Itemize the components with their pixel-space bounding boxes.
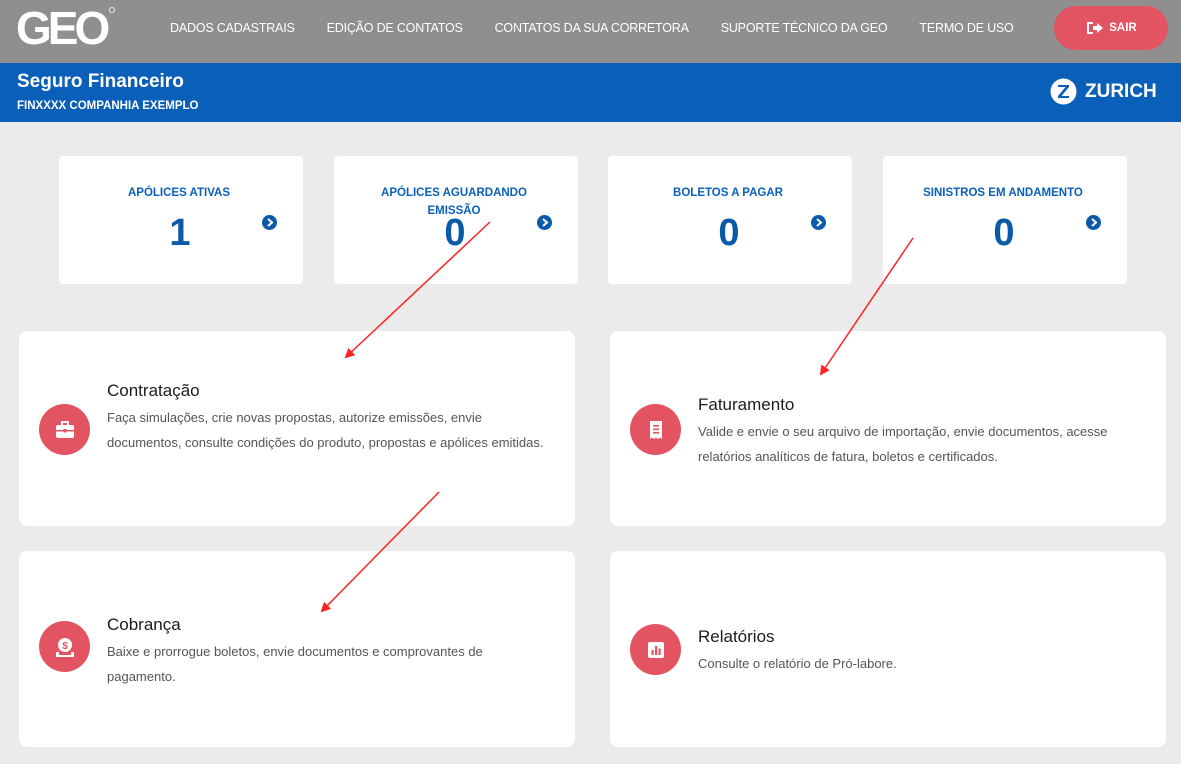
chevron-right-icon[interactable] [1086,215,1101,230]
briefcase-icon [39,404,90,455]
logout-icon [1087,22,1104,34]
zurich-brand-text: ZURICH [1085,80,1157,102]
card-title: Contratação [107,381,200,400]
bar-chart-icon [630,624,681,675]
card-description: Consulte o relatório de Pró-labore. [698,656,897,671]
main-nav: DADOS CADASTRAIS EDIÇÃO DE CONTATOS CONT… [170,0,1046,56]
card-description: Valide e envie o seu arquivo de importaç… [698,424,1108,464]
stat-value: 1 [169,212,191,254]
card-cobranca[interactable]: $ Cobrança Baixe e prorrogue boletos, en… [19,551,575,747]
money-icon: $ [39,621,90,672]
stat-label: BOLETOS A PAGAR [673,187,783,199]
company-subtitle: FINXXXX COMPANHIA EXEMPLO [17,100,198,112]
receipt-icon [630,404,681,455]
stat-card-boletos-a-pagar[interactable]: BOLETOS A PAGAR 0 [608,156,852,284]
nav-suporte-tecnico[interactable]: SUPORTE TÉCNICO DA GEO [721,21,888,35]
svg-text:GEO: GEO [16,2,108,54]
top-navigation-bar: GEO DADOS CADASTRAIS EDIÇÃO DE CONTATOS … [0,0,1181,63]
company-name: COMPANHIA EXEMPLO [69,100,199,112]
logout-button[interactable]: SAIR [1054,6,1168,50]
card-description: Faça simulações, crie novas propostas, a… [107,410,544,450]
nav-contatos-da-corretora[interactable]: CONTATOS DA SUA CORRETORA [495,21,689,35]
card-contratacao[interactable]: Contratação Faça simulações, crie novas … [19,331,575,526]
card-title: Relatórios [698,627,775,646]
card-relatorios[interactable]: Relatórios Consulte o relatório de Pró-l… [610,551,1166,747]
geo-logo[interactable]: GEO [14,2,118,54]
stat-label: SINISTROS EM ANDAMENTO [923,187,1083,199]
nav-termo-de-uso[interactable]: TERMO DE USO [919,21,1013,35]
card-faturamento[interactable]: Faturamento Valide e envie o seu arquivo… [610,331,1166,526]
chevron-right-icon[interactable] [811,215,826,230]
stat-value: 0 [993,212,1015,254]
company-code: FINXXXX [17,100,67,112]
svg-text:$: $ [62,641,68,652]
nav-edicao-de-contatos[interactable]: EDIÇÃO DE CONTATOS [327,21,463,35]
stat-value: 0 [444,212,466,254]
card-description: Baixe e prorrogue boletos, envie documen… [107,644,483,684]
zurich-logo: ZURICH [1050,78,1157,105]
stat-card-apolices-aguardando-emissao[interactable]: APÓLICES AGUARDANDO EMISSÃO 0 [334,156,578,284]
page-title: Seguro Financeiro [17,71,184,92]
card-title: Cobrança [107,615,181,634]
nav-dados-cadastrais[interactable]: DADOS CADASTRAIS [170,21,295,35]
stat-value: 0 [718,212,740,254]
product-banner: Seguro Financeiro FINXXXX COMPANHIA EXEM… [0,63,1181,122]
chevron-right-icon[interactable] [262,215,277,230]
logout-label: SAIR [1109,22,1137,34]
stat-card-sinistros-em-andamento[interactable]: SINISTROS EM ANDAMENTO 0 [883,156,1127,284]
card-title: Faturamento [698,395,795,414]
stat-label: APÓLICES ATIVAS [127,187,231,199]
chevron-right-icon[interactable] [537,215,552,230]
stat-card-apolices-ativas[interactable]: APÓLICES ATIVAS 1 [59,156,303,284]
zurich-z-icon [1050,78,1077,105]
